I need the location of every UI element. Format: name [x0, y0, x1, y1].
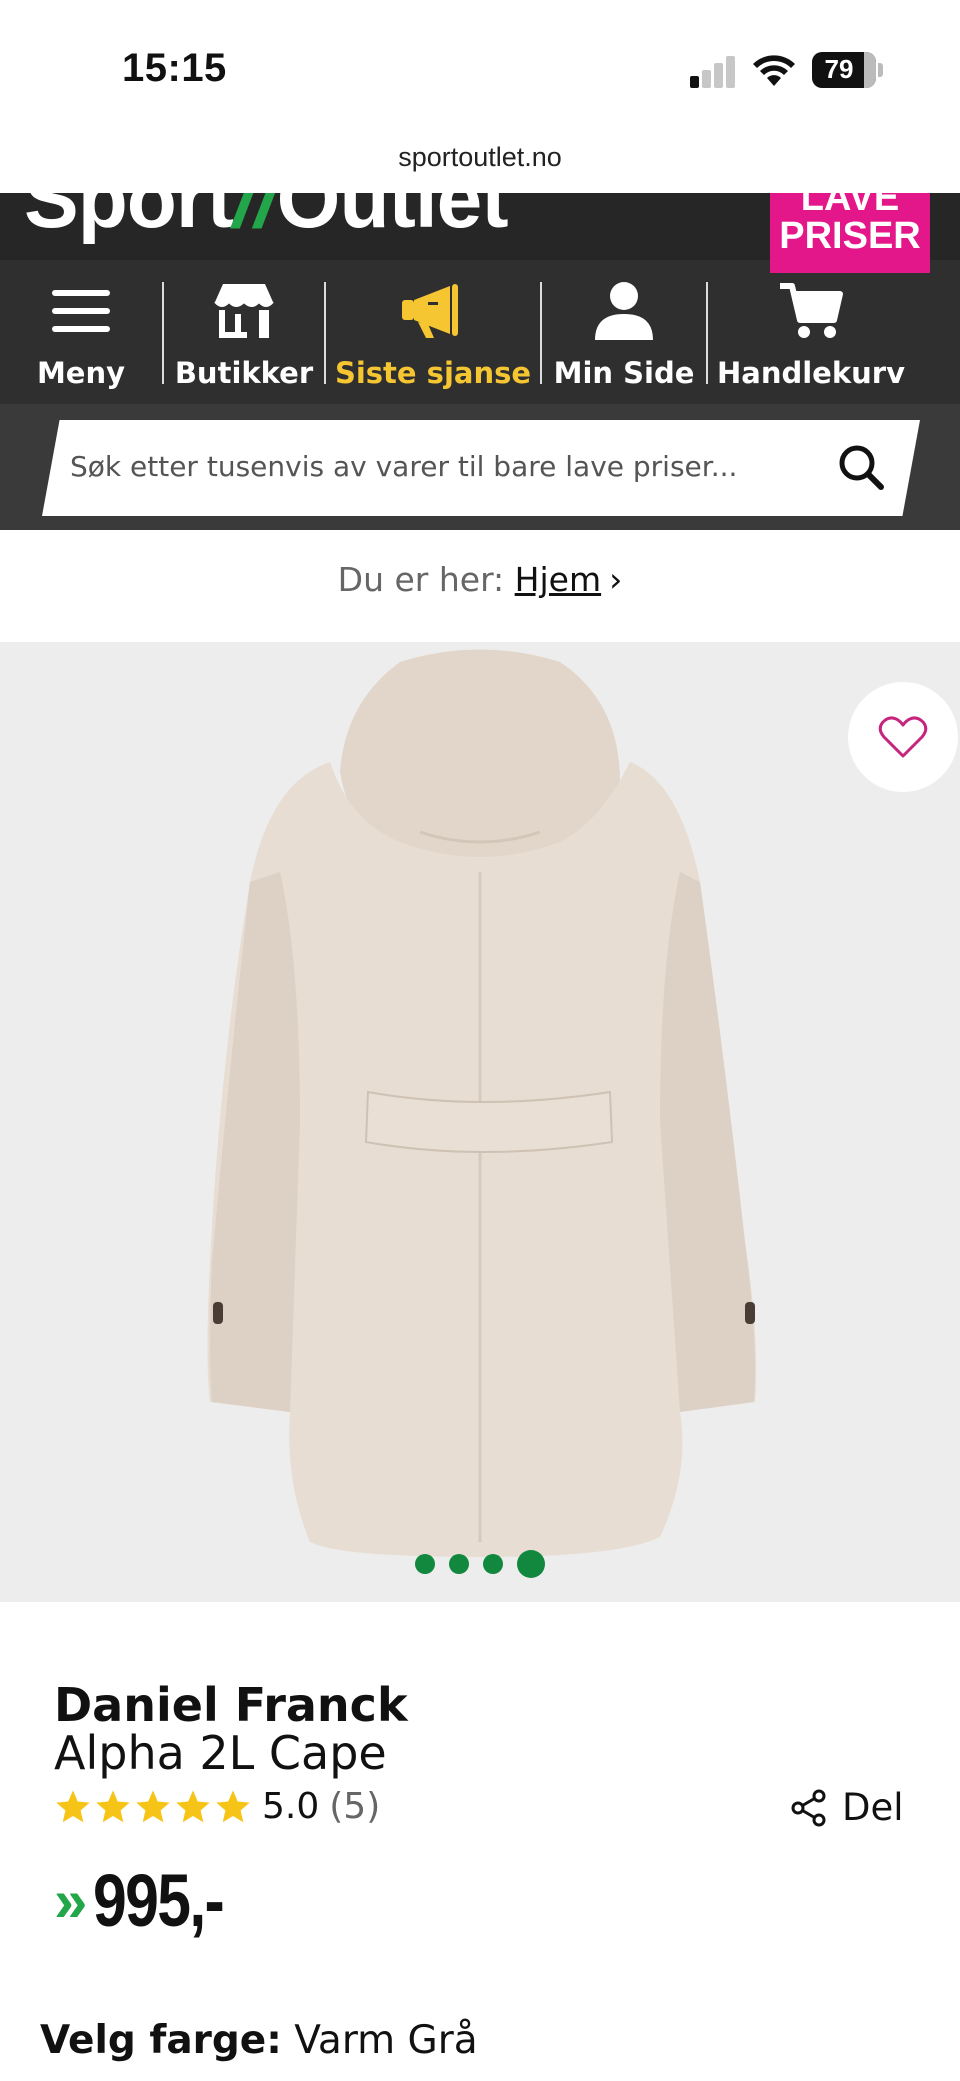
menu-icon	[52, 290, 110, 332]
lave-priser-badge[interactable]: LAVE PRISER	[770, 193, 930, 273]
search-input[interactable]	[70, 450, 770, 483]
chevron-right-icon: ›	[609, 560, 623, 599]
heart-icon	[878, 716, 928, 758]
store-icon	[214, 284, 274, 338]
user-icon	[595, 282, 653, 340]
color-value: Varm Grå	[294, 2018, 478, 2063]
nav-item-menu[interactable]: Meny	[0, 260, 162, 404]
price-arrows-icon: »	[54, 1867, 87, 1934]
main-nav: Meny Butikker Siste sjanse Min Side Hand…	[0, 260, 960, 404]
logo-slash: //	[233, 193, 278, 245]
nav-item-last-chance[interactable]: Siste sjanse	[326, 260, 540, 404]
nav-item-my-page[interactable]: Min Side	[542, 260, 706, 404]
star-icon	[56, 1789, 90, 1822]
url-bar[interactable]: sportoutlet.no	[0, 142, 960, 173]
rating-stars	[54, 1788, 252, 1826]
gallery-dot[interactable]	[449, 1554, 469, 1574]
badge-line-2: PRISER	[779, 215, 921, 257]
signal-icon	[690, 56, 736, 88]
product-price: 995,-	[93, 1859, 225, 1942]
star-icon	[96, 1789, 130, 1822]
rating-value: 5.0	[262, 1786, 320, 1827]
status-bar: 15:15 79 sportoutlet.no	[0, 0, 960, 172]
breadcrumb: Du er her: Hjem ›	[0, 560, 960, 599]
megaphone-icon	[402, 284, 458, 338]
wifi-icon	[753, 55, 795, 86]
coat-image	[207, 649, 757, 1557]
gallery-dot[interactable]	[415, 1554, 435, 1574]
nav-label-menu: Meny	[36, 356, 126, 390]
nav-label-last-chance: Siste sjanse	[334, 356, 532, 390]
color-selector[interactable]: Velg farge: Varm Grå	[40, 2018, 478, 2063]
favorite-button[interactable]	[848, 682, 958, 792]
nav-label-stores: Butikker	[174, 356, 314, 390]
product-name: Alpha 2L Cape	[54, 1726, 387, 1780]
nav-item-cart[interactable]: Handlekurv	[708, 260, 914, 404]
breadcrumb-prefix: Du er her:	[337, 560, 505, 599]
nav-label-cart: Handlekurv	[717, 356, 905, 390]
product-rating[interactable]: 5.0 (5)	[54, 1786, 380, 1827]
breadcrumb-home-link[interactable]: Hjem	[515, 560, 601, 599]
logo-word-outlet: Outlet	[276, 193, 509, 245]
battery-level: 79	[824, 54, 854, 84]
gallery-dot[interactable]	[483, 1554, 503, 1574]
star-icon	[136, 1789, 170, 1822]
badge-line-1: LAVE	[800, 193, 900, 219]
share-label: Del	[842, 1786, 904, 1829]
product-image[interactable]	[0, 642, 960, 1602]
nav-label-my-page: Min Side	[553, 356, 695, 390]
battery-icon: 79	[812, 52, 876, 88]
product-brand: Daniel Franck	[54, 1678, 408, 1732]
share-button[interactable]: Del	[790, 1786, 904, 1829]
search-bar	[0, 404, 960, 530]
star-icon	[216, 1789, 250, 1822]
search-icon[interactable]	[836, 442, 886, 492]
battery-tip	[878, 63, 883, 77]
star-icon	[176, 1789, 210, 1822]
share-icon	[791, 1789, 826, 1826]
site-logo[interactable]: Sport//Outlet	[24, 193, 509, 247]
nav-item-stores[interactable]: Butikker	[164, 260, 324, 404]
status-time: 15:15	[122, 46, 227, 90]
price-row: » 995,-	[54, 1858, 252, 1943]
cart-icon	[780, 283, 843, 338]
gallery-dot-active[interactable]	[517, 1550, 545, 1578]
logo-word-sport: Sport	[24, 193, 234, 245]
rating-count: (5)	[329, 1786, 381, 1827]
color-label: Velg farge:	[40, 2018, 282, 2063]
gallery-dots	[0, 1550, 960, 1578]
